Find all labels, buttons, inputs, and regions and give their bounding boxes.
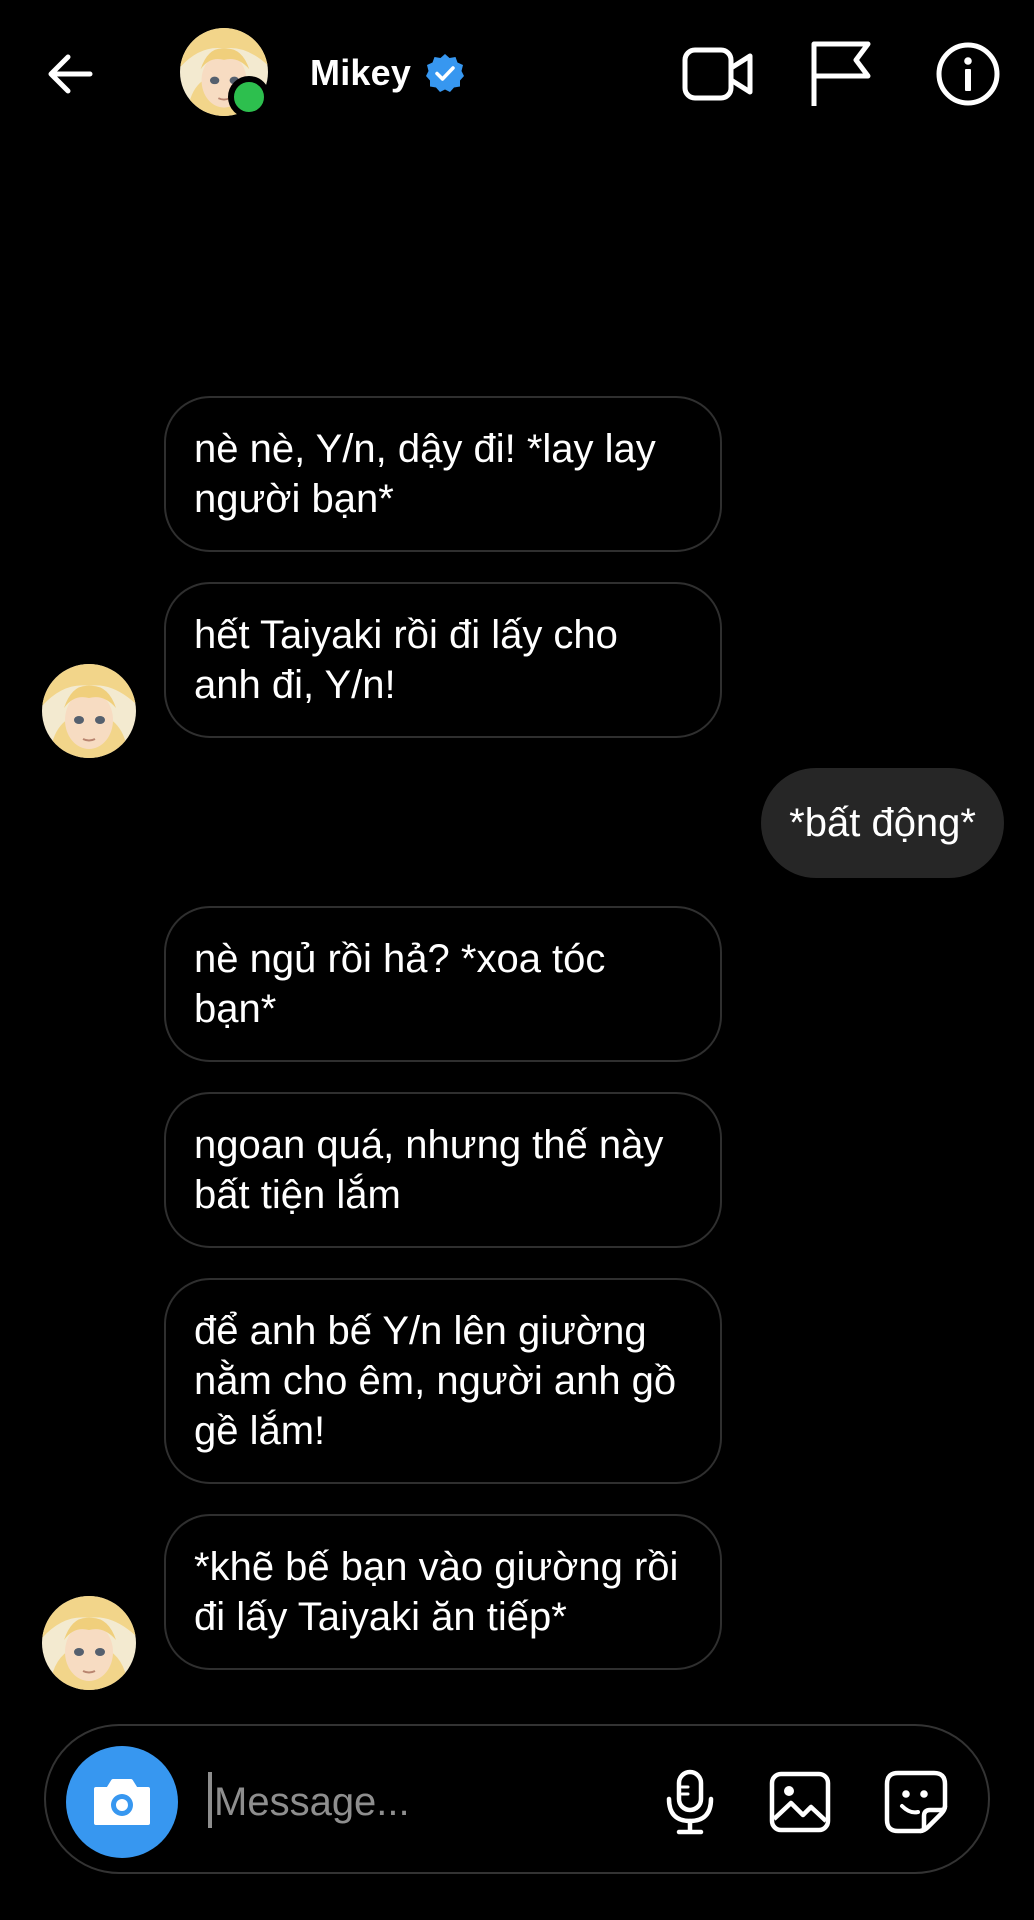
message-text: ngoan quá, nhưng thế này bất tiện lắm [194, 1123, 664, 1217]
message-composer [44, 1724, 990, 1874]
verified-badge-icon [426, 54, 464, 92]
message-input[interactable] [212, 1766, 636, 1838]
sticker-icon [884, 1770, 948, 1834]
message-thread[interactable]: nè nè, Y/n, dậy đi! *lay lay người bạn* … [0, 150, 1034, 1710]
avatar-image [42, 664, 136, 758]
contact-name[interactable]: Mikey [310, 52, 411, 94]
info-icon [936, 42, 1000, 106]
message-text: nè ngủ rồi hả? *xoa tóc bạn* [194, 937, 606, 1031]
back-arrow-icon [48, 54, 93, 94]
message-text: để anh bế Y/n lên giường nằm cho êm, ngư… [194, 1309, 677, 1453]
message-bubble-outgoing[interactable]: *bất động* [761, 768, 1004, 878]
message-text: hết Taiyaki rồi đi lấy cho anh đi, Y/n! [194, 613, 618, 707]
message-bubble-incoming[interactable]: nè nè, Y/n, dậy đi! *lay lay người bạn* [164, 396, 722, 552]
gallery-icon [769, 1771, 831, 1833]
camera-icon [94, 1779, 150, 1825]
video-call-icon [682, 47, 753, 101]
message-bubble-incoming[interactable]: ngoan quá, nhưng thế này bất tiện lắm [164, 1092, 722, 1248]
camera-button[interactable] [66, 1746, 178, 1858]
message-bubble-incoming[interactable]: *khẽ bế bạn vào giường rồi đi lấy Taiyak… [164, 1514, 722, 1670]
message-text: *khẽ bế bạn vào giường rồi đi lấy Taiyak… [194, 1545, 679, 1639]
voice-message-button[interactable] [650, 1762, 730, 1842]
report-flag-icon [811, 41, 871, 106]
microphone-icon [666, 1769, 714, 1835]
contact-avatar-small[interactable] [42, 664, 136, 758]
back-button[interactable] [40, 44, 100, 104]
avatar-image [42, 1596, 136, 1690]
gallery-button[interactable] [760, 1762, 840, 1842]
info-button[interactable] [928, 34, 1008, 114]
report-button[interactable] [800, 34, 880, 114]
online-status-dot [228, 76, 270, 118]
chat-header: Mikey [0, 0, 1034, 150]
message-bubble-incoming[interactable]: để anh bế Y/n lên giường nằm cho êm, ngư… [164, 1278, 722, 1484]
message-bubble-incoming[interactable]: nè ngủ rồi hả? *xoa tóc bạn* [164, 906, 722, 1062]
message-text: nè nè, Y/n, dậy đi! *lay lay người bạn* [194, 427, 656, 521]
video-call-button[interactable] [678, 34, 758, 114]
sticker-button[interactable] [876, 1762, 956, 1842]
message-text: *bất động* [789, 801, 976, 845]
contact-avatar-small[interactable] [42, 1596, 136, 1690]
message-bubble-incoming[interactable]: hết Taiyaki rồi đi lấy cho anh đi, Y/n! [164, 582, 722, 738]
